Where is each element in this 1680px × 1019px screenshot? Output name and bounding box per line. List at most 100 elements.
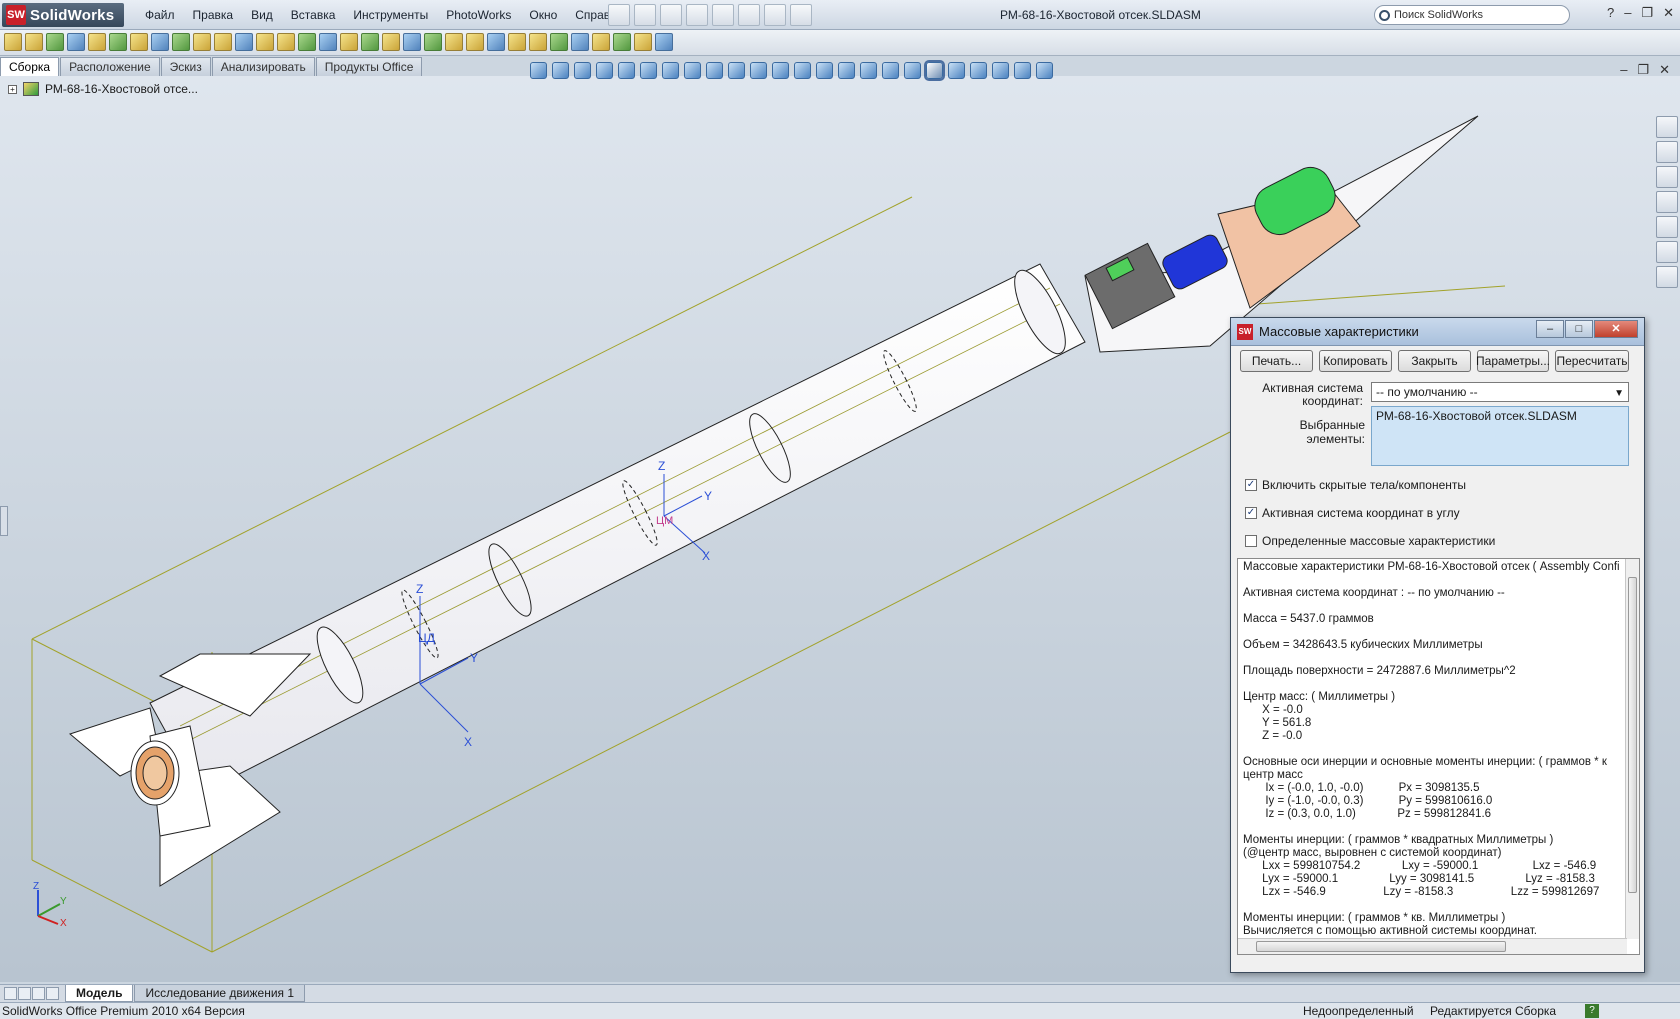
new-part-icon[interactable] (25, 33, 43, 51)
speedpak-icon[interactable] (403, 33, 421, 51)
search-results-icon[interactable] (1656, 191, 1678, 213)
checkbox-hidden-box[interactable]: ✓ (1245, 479, 1257, 491)
solidworks-resources-icon[interactable] (1656, 116, 1678, 138)
view-bottom-icon[interactable] (772, 62, 789, 79)
menu-edit[interactable]: Правка (184, 8, 243, 22)
tab-office-products[interactable]: Продукты Office (315, 57, 423, 76)
include-hidden-checkbox[interactable]: ✓ Включить скрытые тела/компоненты (1245, 478, 1466, 492)
search-field[interactable]: Поиск SolidWorks (1374, 5, 1570, 25)
first-tab-icon[interactable] (4, 987, 17, 1000)
edit-appearance-icon[interactable] (970, 62, 987, 79)
menu-tools[interactable]: Инструменты (344, 8, 437, 22)
tab-sketch[interactable]: Эскиз (160, 57, 211, 76)
tab-evaluate[interactable]: Анализировать (211, 57, 315, 76)
status-help-icon[interactable]: ? (1585, 1004, 1599, 1018)
section-properties-icon[interactable] (487, 33, 505, 51)
doc-close-icon[interactable]: ✕ (1659, 62, 1670, 78)
selected-items-list[interactable]: РМ-68-16-Хвостовой отсек.SLDASM (1371, 406, 1629, 466)
minimize-icon[interactable]: – (1624, 5, 1631, 21)
options-button[interactable]: Параметры... (1476, 350, 1550, 372)
results-panel[interactable]: Массовые характеристики РМ-68-16-Хвостов… (1237, 558, 1640, 955)
feature-tree-root[interactable]: + РМ-68-16-Хвостовой отсе... (8, 82, 198, 96)
dialog-maximize-icon[interactable]: □ (1565, 320, 1593, 338)
wireframe-icon[interactable] (882, 62, 899, 79)
view-back-icon[interactable] (684, 62, 701, 79)
file-explorer-icon[interactable] (1656, 166, 1678, 188)
vertical-scroll-thumb[interactable] (1628, 577, 1637, 893)
menu-file[interactable]: Файл (136, 8, 184, 22)
instant3d-icon[interactable] (382, 33, 400, 51)
mass-properties-icon[interactable] (445, 33, 463, 51)
dialog-close-icon[interactable]: ✕ (1594, 320, 1638, 338)
interference-detection-icon[interactable] (319, 33, 337, 51)
view-palette-icon[interactable] (1656, 216, 1678, 238)
bill-of-materials-icon[interactable] (256, 33, 274, 51)
horizontal-scrollbar[interactable] (1238, 938, 1627, 954)
open-file-icon[interactable] (634, 4, 656, 26)
solidworks-logo[interactable]: SW SolidWorks (2, 3, 125, 27)
statistics-icon[interactable] (529, 33, 547, 51)
menu-view[interactable]: Вид (242, 8, 282, 22)
tab-motion-study-1[interactable]: Исследование движения 1 (134, 985, 306, 1002)
override-mass-checkbox[interactable]: Определенные массовые характеристики (1245, 534, 1495, 548)
display-style-icon[interactable] (640, 62, 657, 79)
rotate-component-icon[interactable] (151, 33, 169, 51)
coord-system-select[interactable]: -- по умолчанию -- ▼ (1371, 382, 1629, 402)
recalculate-button[interactable]: Пересчитать (1555, 350, 1629, 372)
zoom-to-area-icon[interactable] (552, 62, 569, 79)
help-icon[interactable]: ? (1607, 5, 1614, 21)
last-tab-icon[interactable] (46, 987, 59, 1000)
view-iso-icon[interactable] (794, 62, 811, 79)
misc-tool-3-icon[interactable] (655, 33, 673, 51)
prev-tab-icon[interactable] (18, 987, 31, 1000)
copy-button[interactable]: Копировать (1319, 350, 1392, 372)
view-left-icon[interactable] (706, 62, 723, 79)
dialog-title-bar[interactable]: SW Массовые характеристики – □ ✕ (1231, 318, 1644, 346)
sensor-icon[interactable] (508, 33, 526, 51)
new-motion-study-icon[interactable] (235, 33, 253, 51)
realview-icon[interactable] (1036, 62, 1053, 79)
shadows-icon[interactable] (924, 60, 945, 81)
move-component-icon[interactable] (130, 33, 148, 51)
options-icon[interactable] (790, 4, 812, 26)
smart-fasteners-icon[interactable] (109, 33, 127, 51)
shaded-edges-icon[interactable] (838, 62, 855, 79)
large-assembly-icon[interactable] (424, 33, 442, 51)
doc-restore-icon[interactable]: ❐ (1637, 62, 1649, 78)
shaded-icon[interactable] (816, 62, 833, 79)
misc-tool-icon[interactable] (613, 33, 631, 51)
custom-properties-icon[interactable] (1656, 266, 1678, 288)
menu-window[interactable]: Окно (520, 8, 566, 22)
insert-component-icon[interactable] (4, 33, 22, 51)
tab-layout[interactable]: Расположение (60, 57, 160, 76)
restore-icon[interactable]: ❐ (1641, 5, 1653, 21)
tab-assembly[interactable]: Сборка (0, 57, 60, 76)
print-button[interactable]: Печать... (1240, 350, 1313, 372)
select-icon[interactable] (738, 4, 760, 26)
next-tab-icon[interactable] (32, 987, 45, 1000)
horizontal-scroll-thumb[interactable] (1256, 941, 1506, 952)
search-command-icon[interactable] (592, 33, 610, 51)
hole-alignment-icon[interactable] (361, 33, 379, 51)
menu-photoworks[interactable]: PhotoWorks (437, 8, 520, 22)
expand-icon[interactable]: + (8, 84, 17, 94)
vertical-scrollbar[interactable] (1625, 559, 1639, 939)
show-corner-triad-checkbox[interactable]: ✓ Активная система координат в углу (1245, 506, 1460, 520)
dialog-minimize-icon[interactable]: – (1536, 320, 1564, 338)
perspective-icon[interactable] (904, 62, 921, 79)
menu-insert[interactable]: Вставка (282, 8, 345, 22)
checkbox-corner-box[interactable]: ✓ (1245, 507, 1257, 519)
hidden-lines-icon[interactable] (860, 62, 877, 79)
hide-show-icon[interactable] (948, 62, 965, 79)
mate-icon[interactable] (46, 33, 64, 51)
explode-line-sketch-icon[interactable] (298, 33, 316, 51)
view-orientation-icon[interactable] (618, 62, 635, 79)
previous-view-icon[interactable] (574, 62, 591, 79)
component-preview-icon[interactable] (67, 33, 85, 51)
new-file-icon[interactable] (608, 4, 630, 26)
close-button[interactable]: Закрыть (1398, 350, 1471, 372)
selected-item[interactable]: РМ-68-16-Хвостовой отсек.SLDASM (1376, 409, 1577, 423)
close-icon[interactable]: ✕ (1663, 5, 1674, 21)
checkbox-override-box[interactable] (1245, 535, 1257, 547)
check-icon[interactable] (550, 33, 568, 51)
